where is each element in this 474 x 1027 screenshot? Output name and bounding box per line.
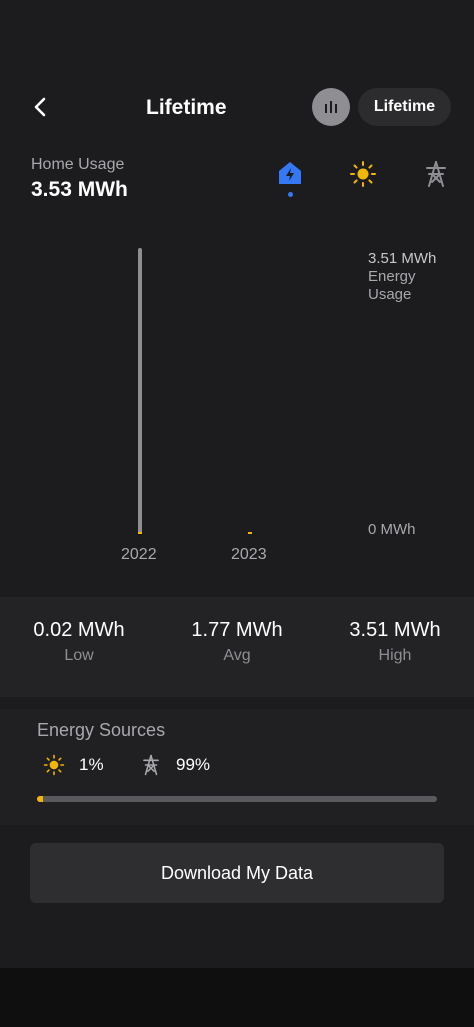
bar-2022[interactable] xyxy=(138,248,142,534)
stat-value: 1.77 MWh xyxy=(191,619,283,641)
stat-high: 3.51 MWh High xyxy=(330,619,460,665)
y-axis-min-label: 0 MWh xyxy=(368,521,416,538)
chevron-left-icon xyxy=(34,97,46,117)
tab-solar[interactable] xyxy=(346,160,380,204)
stat-avg: 1.77 MWh Avg xyxy=(172,619,302,665)
tab-grid[interactable] xyxy=(419,160,453,204)
home-lightning-icon xyxy=(279,162,301,184)
stat-label: High xyxy=(378,647,412,664)
grid-source: 99% xyxy=(140,754,210,776)
usage-label: Home Usage xyxy=(31,156,125,173)
sun-icon xyxy=(350,161,376,187)
power-tower-icon xyxy=(426,161,446,187)
energy-usage-screen: Lifetime Lifetime Home Usage 3.53 MWh 20… xyxy=(0,0,474,1027)
usage-value: 3.53 MWh xyxy=(31,178,128,201)
stat-label: Avg xyxy=(223,647,251,664)
solar-percent: 1% xyxy=(79,755,104,774)
x-tick-label: 2022 xyxy=(121,546,157,563)
stat-value: 3.51 MWh xyxy=(349,619,441,641)
period-selector-button[interactable]: Lifetime xyxy=(358,88,451,126)
stat-value: 0.02 MWh xyxy=(33,619,125,641)
back-button[interactable] xyxy=(28,94,54,120)
header: Lifetime Lifetime xyxy=(0,86,474,130)
selected-indicator xyxy=(287,192,293,197)
source-mix-solar-fill xyxy=(37,796,43,802)
bar-2023-solar-accent xyxy=(248,532,252,534)
y-caption-line: Energy xyxy=(368,268,416,285)
stat-label: Low xyxy=(64,647,94,664)
solar-source: 1% xyxy=(43,754,104,776)
y-max-value: 3.51 MWh xyxy=(368,250,437,267)
bar-chart-icon xyxy=(325,101,337,113)
grid-percent: 99% xyxy=(176,755,211,774)
page-title: Lifetime xyxy=(146,96,227,119)
energy-sources-panel: Energy Sources 1% 99% xyxy=(0,709,474,825)
stat-low: 0.02 MWh Low xyxy=(14,619,144,665)
source-mix-bar xyxy=(37,796,437,802)
bottom-bar xyxy=(0,968,474,1027)
bar-2022-solar-accent xyxy=(138,532,142,534)
tab-home-usage[interactable] xyxy=(273,160,307,204)
sun-icon xyxy=(43,754,65,776)
x-tick-label: 2023 xyxy=(231,546,267,563)
y-caption-line: Usage xyxy=(368,286,412,303)
stats-panel: 0.02 MWh Low 1.77 MWh Avg 3.51 MWh High xyxy=(0,597,474,697)
power-tower-icon xyxy=(143,754,159,776)
y-axis-max-label: 3.51 MWh Energy Usage xyxy=(368,250,436,304)
download-data-button[interactable]: Download My Data xyxy=(30,843,444,903)
energy-sources-title: Energy Sources xyxy=(37,720,166,740)
chart-view-toggle-button[interactable] xyxy=(312,88,350,126)
usage-chart: 2022 2023 3.51 MWh Energy Usage 0 MWh xyxy=(0,230,474,580)
